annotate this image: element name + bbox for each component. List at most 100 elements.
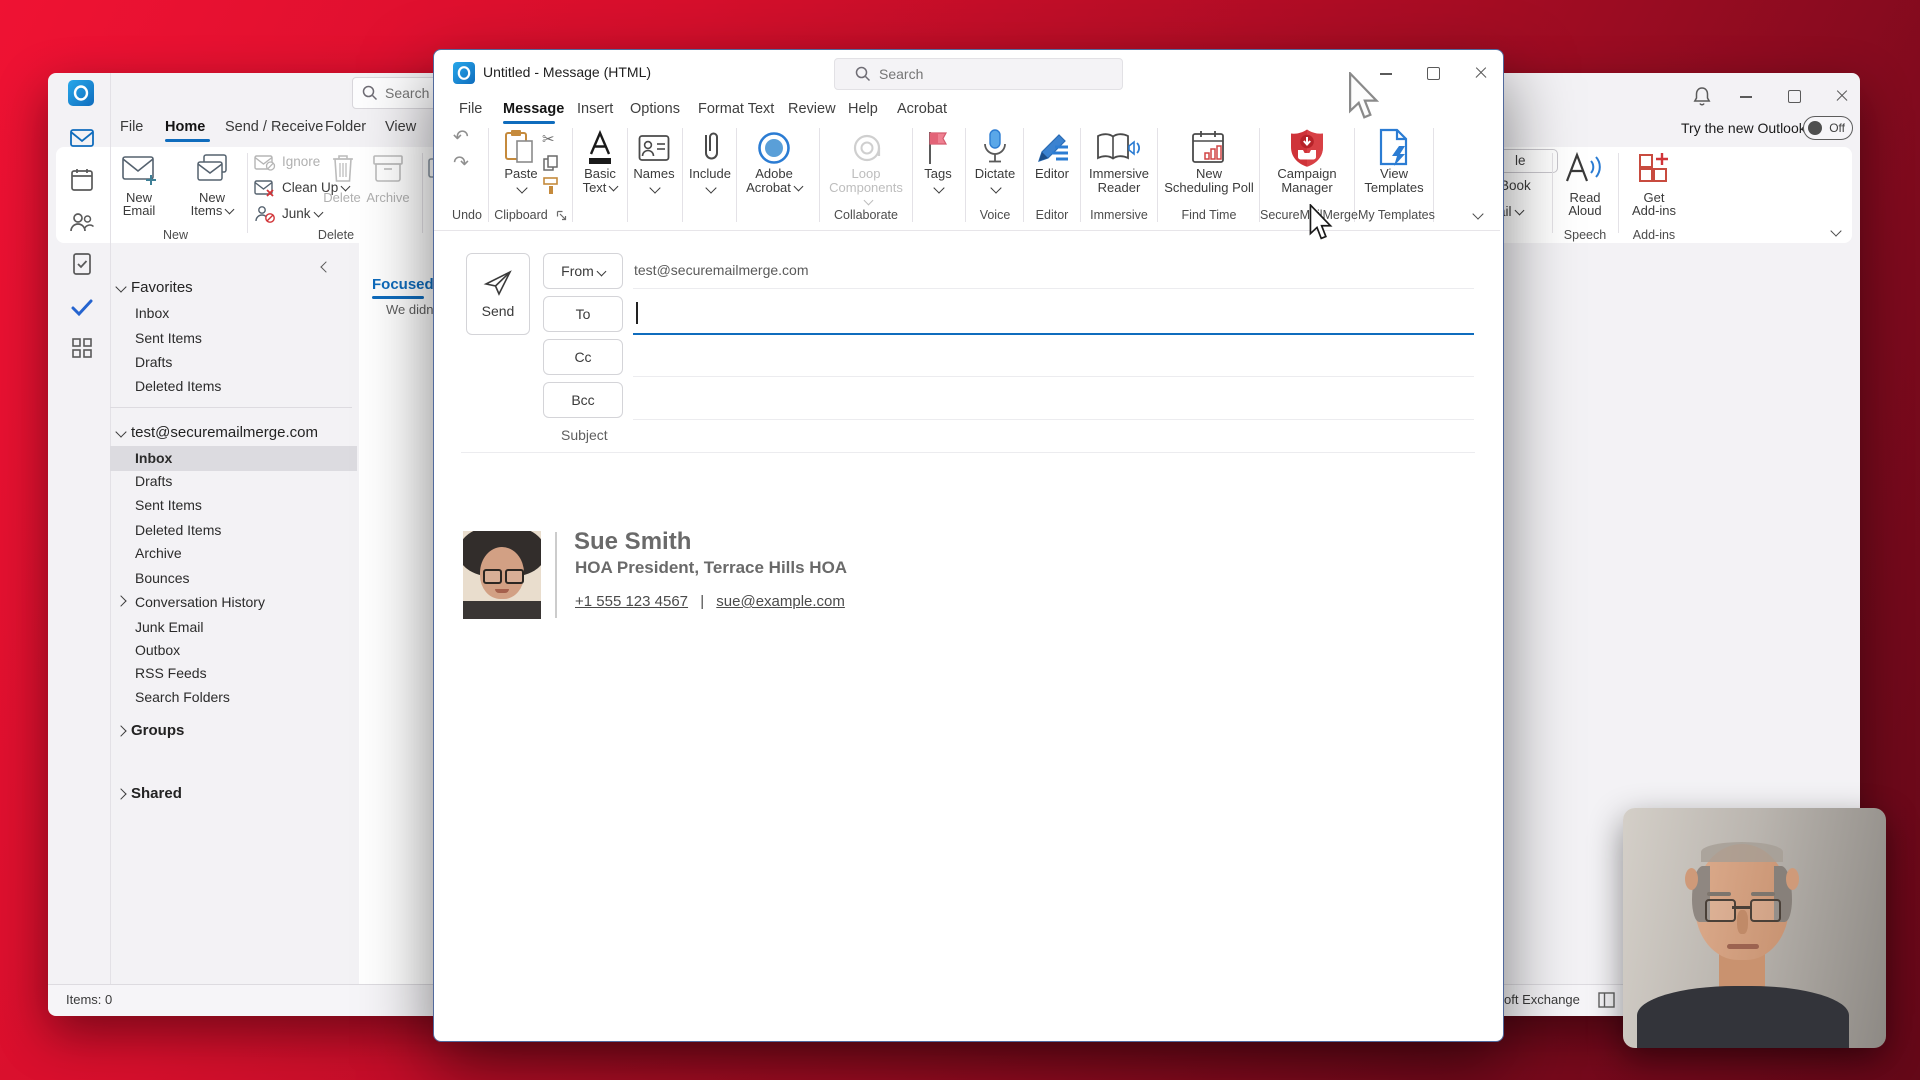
folder-item-fav-drafts[interactable]: Drafts (135, 354, 172, 370)
compose-close-button[interactable] (1467, 60, 1495, 86)
compose-tab-review[interactable]: Review (788, 101, 836, 117)
address-book-button-fragment[interactable]: Book (1500, 178, 1531, 193)
format-painter-icon[interactable] (542, 176, 560, 196)
folder-item-deleted[interactable]: Deleted Items (135, 522, 221, 538)
chevron-right-icon[interactable] (115, 595, 127, 607)
rail-people-icon[interactable] (69, 209, 95, 235)
send-button[interactable]: Send (466, 253, 530, 335)
main-minimize-button[interactable] (1732, 83, 1760, 109)
glasses-icon (505, 569, 524, 584)
new-outlook-toggle[interactable]: Off (1803, 116, 1853, 140)
compose-search-input[interactable] (877, 62, 1101, 86)
rail-calendar-icon[interactable] (69, 167, 95, 193)
folder-item-bounces[interactable]: Bounces (135, 570, 189, 586)
folder-item-fav-inbox[interactable]: Inbox (135, 305, 169, 321)
subject-label[interactable]: Subject (561, 427, 608, 443)
focused-tab[interactable]: Focused (372, 276, 434, 293)
folder-item-archive[interactable]: Archive (135, 545, 182, 561)
folder-item-junk[interactable]: Junk Email (135, 619, 203, 635)
new-email-button[interactable]: New Email (109, 147, 169, 237)
favorites-header[interactable]: Favorites (115, 279, 357, 299)
compose-tab-message[interactable]: Message (503, 101, 564, 117)
account-header[interactable]: test@securemailmerge.com (115, 424, 367, 444)
folder-item-conversation-history[interactable]: Conversation History (135, 594, 265, 610)
search-icon (362, 85, 378, 101)
main-maximize-button[interactable] (1780, 83, 1808, 109)
chevron-down-icon (516, 182, 528, 194)
folder-item-search-folders[interactable]: Search Folders (135, 689, 230, 705)
cc-label: Cc (574, 349, 592, 365)
poll-label-1: New (1195, 166, 1222, 181)
shared-header[interactable]: Shared (115, 785, 357, 805)
compose-tab-options[interactable]: Options (630, 101, 680, 117)
campaign-label-2: Manager (1281, 180, 1333, 195)
clipboard-dialog-launcher-icon[interactable] (556, 210, 567, 221)
main-tab-home[interactable]: Home (165, 119, 205, 135)
mouse-cursor-large (1347, 72, 1381, 122)
rail-todo-icon[interactable] (69, 294, 95, 320)
adobe-acrobat-button[interactable]: Adobe Acrobat (742, 124, 806, 224)
folder-item-fav-sent[interactable]: Sent Items (135, 330, 202, 346)
notification-bell-icon[interactable] (1691, 85, 1713, 107)
new-items-button[interactable]: New Items (182, 147, 242, 237)
empty-list-text: We didn' (386, 302, 436, 317)
main-tab-send-receive[interactable]: Send / Receive (225, 119, 323, 135)
main-tab-view[interactable]: View (385, 119, 416, 135)
compose-maximize-button[interactable] (1419, 60, 1447, 86)
folder-item-drafts[interactable]: Drafts (135, 473, 172, 489)
send-plane-icon (483, 270, 512, 296)
get-addins-button[interactable]: Get Add-ins (1622, 147, 1686, 237)
compose-tab-insert[interactable]: Insert (577, 101, 613, 117)
main-tab-file[interactable]: File (120, 119, 143, 135)
redo-button[interactable]: ↷ (446, 152, 476, 178)
rail-mail-icon[interactable] (69, 125, 95, 151)
cut-button[interactable]: ✂ (542, 130, 562, 148)
folder-item-rss[interactable]: RSS Feeds (135, 665, 207, 681)
basic-text-button[interactable]: Basic Text (574, 124, 626, 224)
collapse-folder-pane-icon[interactable] (320, 261, 332, 273)
copy-icon[interactable] (542, 154, 560, 172)
groups-header[interactable]: Groups (115, 722, 357, 742)
archive-button[interactable]: Archive (358, 147, 418, 237)
chevron-down-icon (1514, 205, 1524, 216)
read-aloud-button[interactable]: Read Aloud (1555, 147, 1615, 237)
folder-item-inbox-selected[interactable]: Inbox (135, 450, 172, 466)
compose-tab-acrobat[interactable]: Acrobat (897, 101, 947, 117)
ribbon-collapse-chevron-icon[interactable] (1472, 208, 1484, 220)
compose-tab-file[interactable]: File (459, 101, 482, 117)
folder-item-sent[interactable]: Sent Items (135, 497, 202, 513)
outlook-logo (68, 80, 94, 106)
person-nose (1737, 910, 1748, 934)
rail-tasks-icon[interactable] (69, 251, 95, 277)
loop-label-2: Components (824, 181, 908, 209)
immersive-label-1: Immersive (1089, 166, 1149, 181)
undo-button[interactable]: ↶ (446, 126, 476, 152)
tags-button[interactable]: Tags (914, 124, 962, 224)
rail-more-apps-icon[interactable] (69, 335, 95, 361)
main-tab-folder[interactable]: Folder (325, 119, 366, 135)
to-button[interactable]: To (543, 296, 623, 332)
folder-item-outbox[interactable]: Outbox (135, 642, 180, 658)
ribbon-collapse-chevron-icon[interactable] (1830, 225, 1842, 237)
names-button[interactable]: Names (628, 124, 680, 224)
signature-email-link[interactable]: sue@example.com (716, 593, 845, 610)
from-value: test@securemailmerge.com (634, 262, 809, 278)
main-close-button[interactable] (1828, 83, 1856, 109)
search-people-field-fragment[interactable]: le (1496, 149, 1558, 173)
from-button[interactable]: From (543, 253, 623, 289)
compose-tab-format-text[interactable]: Format Text (698, 101, 774, 117)
basic-text-label-1: Basic (584, 166, 616, 181)
folder-item-fav-deleted[interactable]: Deleted Items (135, 378, 221, 394)
reading-pane-layout-icon[interactable] (1598, 992, 1615, 1008)
cc-button[interactable]: Cc (543, 339, 623, 375)
compose-search-box[interactable] (834, 58, 1123, 90)
person-mouth (1727, 944, 1759, 949)
to-field[interactable] (633, 296, 1474, 330)
new-email-icon (122, 156, 156, 185)
group-label-delete: Delete (317, 228, 355, 242)
signature-separator: | (700, 593, 705, 610)
bcc-button[interactable]: Bcc (543, 382, 623, 418)
compose-tab-help[interactable]: Help (848, 101, 878, 117)
signature-phone-link[interactable]: +1 555 123 4567 (575, 593, 688, 610)
include-button[interactable]: Include (684, 124, 736, 224)
